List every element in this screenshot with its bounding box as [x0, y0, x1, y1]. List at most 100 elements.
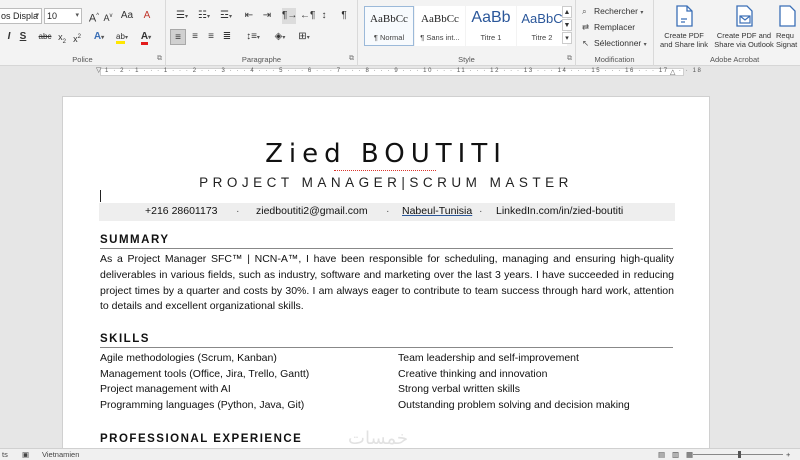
read-mode-icon[interactable]: ▤ [658, 450, 665, 459]
font-color-button[interactable]: A▾ [136, 29, 156, 45]
style-heading-2[interactable]: AaBbC Titre 2 [517, 6, 567, 46]
numbering-button[interactable]: ☷▾ [194, 8, 214, 24]
style-name: Titre 2 [531, 33, 553, 42]
paragraph-group-label: Paragraphe [241, 55, 282, 64]
request-signature-button[interactable]: Requ Signat [776, 4, 800, 49]
skill-item: Project management with AI [100, 383, 231, 395]
horizontal-ruler[interactable]: 1 · 2 · 1 · · · 1 · · · 2 · · · 3 · · · … [0, 66, 800, 78]
skill-item: Programming languages (Python, Java, Git… [100, 399, 305, 411]
create-pdf-outlook-button[interactable]: Create PDF and Share via Outlook [714, 4, 774, 49]
style-no-spacing[interactable]: AaBbCc ¶ Sans int... [415, 6, 465, 46]
resume-name[interactable]: Zied BOUTITI [63, 139, 709, 169]
editing-group: ⌕ Rechercher ▾ ⇄ Remplacer ↖ Sélectionner ▾… [576, 0, 654, 66]
font-group: os Displa ▾ 10 ▾ A^ Av Aa A I S abc x2 x2 … [0, 0, 166, 66]
style-name: ¶ Normal [373, 33, 405, 42]
text-effects-button[interactable]: A▾ [90, 29, 108, 45]
contact-email: ziedboutiti2@gmail.com [256, 205, 368, 217]
dialog-launcher-icon[interactable]: ⧉ [157, 55, 162, 63]
create-pdf-share-link-button[interactable]: Create PDF and Share link [654, 4, 714, 49]
shrink-font-button[interactable]: Av [102, 8, 114, 24]
style-sample: AaBbCc [370, 13, 408, 25]
grow-font-button[interactable]: A^ [88, 8, 100, 25]
dialog-launcher-icon[interactable]: ⧉ [349, 55, 354, 63]
justify-button[interactable]: ≣ [220, 29, 234, 45]
increase-indent-button[interactable]: ⇥ [260, 8, 274, 24]
pdf-link-icon [676, 5, 693, 27]
ribbon: os Displa ▾ 10 ▾ A^ Av Aa A I S abc x2 x2 … [0, 0, 800, 66]
style-heading-1[interactable]: AaBb Titre 1 [466, 6, 516, 46]
dialog-launcher-icon[interactable]: ⧉ [567, 55, 572, 63]
sort-button[interactable]: ↕ [318, 8, 330, 24]
skill-item: Outstanding problem solving and decision… [398, 399, 630, 411]
font-group-label: Police [72, 55, 93, 64]
align-center-button[interactable]: ≡ [188, 29, 202, 45]
ltr-button[interactable]: ¶→ [282, 8, 297, 24]
underline-button[interactable]: S [18, 29, 28, 45]
highlight-button[interactable]: ab▾ [112, 29, 132, 45]
document-page[interactable]: Zied BOUTITI PROJECT MANAGER|SCRUM MASTE… [62, 96, 710, 452]
shading-button[interactable]: ◈▾ [270, 29, 290, 45]
find-button[interactable]: ⌕ Rechercher ▾ [582, 4, 643, 18]
decrease-indent-button[interactable]: ⇤ [242, 8, 256, 24]
font-name-value: os Displa [1, 11, 39, 21]
proofing-icon[interactable]: ▣ [22, 450, 29, 459]
contact-separator: · [236, 205, 240, 217]
ruler-track: 1 · 2 · 1 · · · 1 · · · 2 · · · 3 · · · … [100, 68, 701, 76]
strikethrough-button[interactable]: abc [36, 29, 54, 45]
paragraph-group: ☰▾ ☷▾ ☲▾ ⇤ ⇥ ¶→ ←¶ ↕ ¶ ≡ ≡ ≡ ≣ ↕≡▾ ◈▾ ⊞▾… [166, 0, 358, 66]
zoom-slider-thumb[interactable] [738, 451, 741, 458]
styles-scroll-up[interactable]: ▲ [562, 6, 572, 18]
subscript-button[interactable]: x2 [56, 29, 68, 45]
styles-group: AaBbCc ¶ Normal AaBbCc ¶ Sans int... AaB… [358, 0, 576, 66]
multilevel-list-button[interactable]: ☲▾ [216, 8, 236, 24]
pdf-mail-icon [736, 5, 753, 27]
style-sample: AaBbCc [421, 13, 459, 25]
status-words[interactable]: ts [2, 450, 8, 459]
styles-scroll-down[interactable]: ▼ [562, 19, 572, 31]
text-cursor [100, 190, 101, 202]
skill-item: Strong verbal written skills [398, 383, 520, 395]
font-name-dropdown[interactable]: os Displa ▾ [0, 8, 42, 24]
line-spacing-button[interactable]: ↕≡▾ [242, 29, 264, 45]
search-icon: ⌕ [582, 6, 587, 16]
style-normal[interactable]: AaBbCc ¶ Normal [364, 6, 414, 46]
skill-item: Team leadership and self-improvement [398, 352, 579, 364]
spellcheck-underline [334, 169, 436, 171]
bullets-button[interactable]: ☰▾ [172, 8, 192, 24]
status-language[interactable]: Vietnamien [42, 450, 79, 459]
acrobat-group: Create PDF and Share link Create PDF and S… [654, 0, 800, 66]
skill-item: Management tools (Office, Jira, Trello, … [100, 368, 310, 380]
show-marks-button[interactable]: ¶ [338, 8, 350, 24]
align-right-button[interactable]: ≡ [204, 29, 218, 45]
contact-location: Nabeul-Tunisia [402, 205, 473, 217]
skill-item: Agile methodologies (Scrum, Kanban) [100, 352, 277, 364]
clear-formatting-button[interactable]: A [140, 8, 154, 24]
cursor-icon: ↖ [582, 38, 590, 48]
change-case-button[interactable]: Aa [118, 8, 136, 24]
skill-item: Creative thinking and innovation [398, 368, 548, 380]
first-line-indent-marker[interactable]: ▽ [96, 66, 101, 74]
right-indent-marker[interactable]: △ [670, 68, 675, 76]
select-button[interactable]: ↖ Sélectionner ▾ [582, 36, 647, 50]
skills-heading: SKILLS [100, 333, 150, 345]
rtl-button[interactable]: ←¶ [300, 8, 315, 24]
contact-linkedin: LinkedIn.com/in/zied-boutiti [496, 205, 624, 217]
skills-rule [100, 347, 673, 348]
status-bar: ts ▣ Vietnamien ▤ ▥ ▦ + [0, 448, 800, 460]
contact-bar[interactable]: +216 28601173 · ziedboutiti2@gmail.com ·… [99, 203, 675, 221]
borders-button[interactable]: ⊞▾ [294, 29, 314, 45]
chevron-down-icon: ▾ [35, 12, 39, 19]
resume-subtitle[interactable]: PROJECT MANAGER|SCRUM MASTER [63, 175, 709, 190]
replace-icon: ⇄ [582, 22, 590, 32]
zoom-in-icon[interactable]: + [786, 450, 790, 459]
contact-separator: · [479, 205, 483, 217]
font-size-value: 10 [47, 11, 58, 21]
style-name: Titre 1 [480, 33, 502, 42]
align-left-button[interactable]: ≡ [170, 29, 186, 45]
styles-more[interactable]: ▾ [562, 32, 572, 44]
italic-button[interactable]: I [4, 29, 14, 45]
superscript-button[interactable]: x2 [71, 29, 83, 45]
font-size-dropdown[interactable]: 10 ▾ [44, 8, 82, 24]
print-layout-icon[interactable]: ▥ [672, 450, 679, 459]
replace-button[interactable]: ⇄ Remplacer [582, 20, 635, 34]
